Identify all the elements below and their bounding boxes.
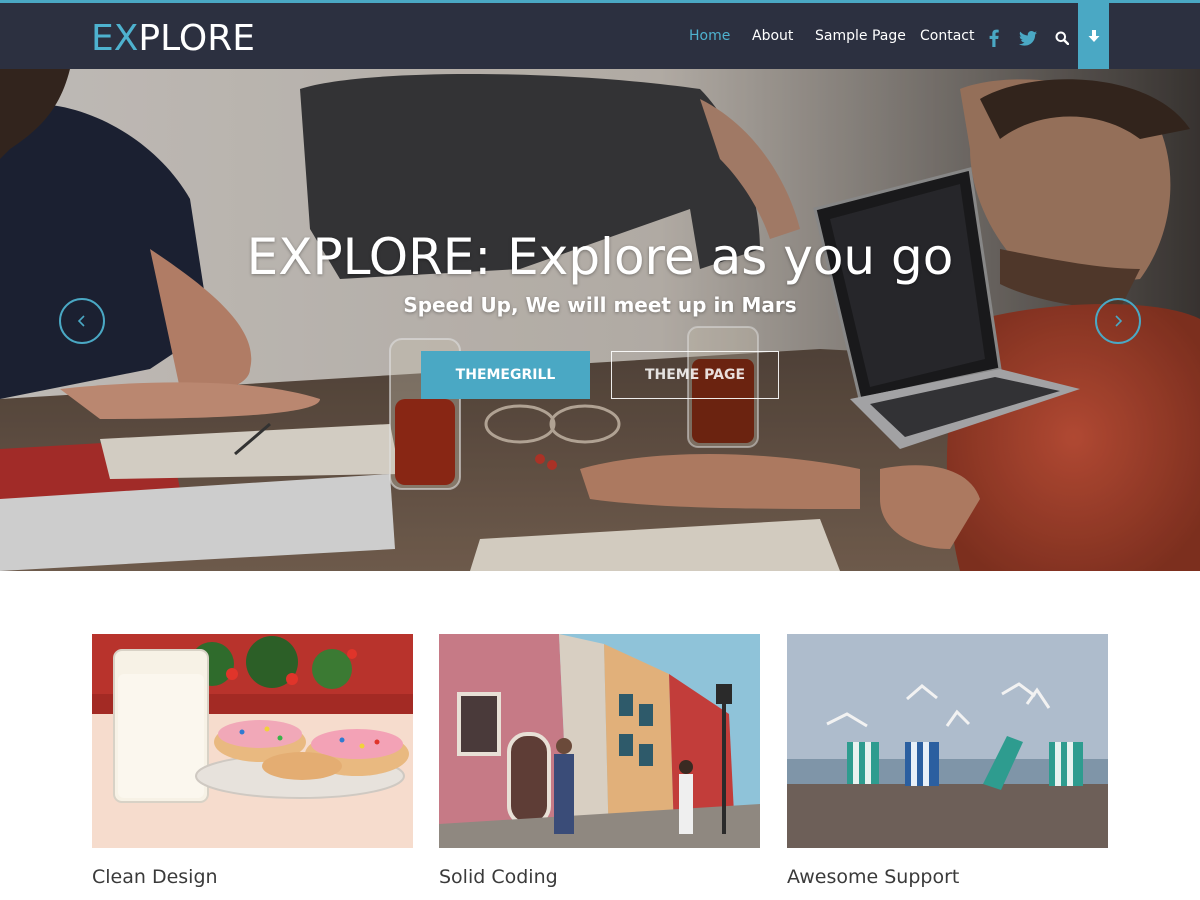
nav-about[interactable]: About: [752, 27, 793, 45]
feature-card: Clean Design: [92, 634, 413, 889]
feature-title[interactable]: Solid Coding: [439, 865, 760, 889]
themegrill-button[interactable]: THEMEGRILL: [421, 351, 590, 399]
feature-image-cookies[interactable]: [92, 634, 413, 848]
search-icon[interactable]: [1051, 27, 1073, 49]
slider-next-button[interactable]: [1095, 298, 1141, 344]
chevron-right-icon: [1115, 315, 1123, 327]
theme-page-button[interactable]: THEME PAGE: [611, 351, 779, 399]
feature-card: Awesome Support: [787, 634, 1108, 889]
feature-image-beach[interactable]: [787, 634, 1108, 848]
arrow-down-icon[interactable]: [1078, 0, 1109, 72]
nav-home[interactable]: Home: [689, 27, 730, 45]
feature-title[interactable]: Awesome Support: [787, 865, 1108, 889]
site-header: EXPLORE Home About Sample Page Contact: [0, 0, 1200, 72]
slider-prev-button[interactable]: [59, 298, 105, 344]
nav-contact[interactable]: Contact: [920, 27, 974, 45]
feature-title[interactable]: Clean Design: [92, 865, 413, 889]
chevron-left-icon: [77, 315, 85, 327]
feature-card: Solid Coding: [439, 634, 760, 889]
twitter-icon[interactable]: [1017, 27, 1039, 49]
feature-image-street[interactable]: [439, 634, 760, 848]
logo-accent: EX: [91, 18, 139, 59]
nav-sample-page[interactable]: Sample Page: [815, 27, 906, 45]
hero-background-image: [0, 69, 1200, 571]
hero-subtitle: Speed Up, We will meet up in Mars: [403, 293, 797, 317]
hero-title: EXPLORE: Explore as you go: [246, 228, 954, 286]
hero-slider: EXPLORE: Explore as you go Speed Up, We …: [0, 69, 1200, 571]
site-logo[interactable]: EXPLORE: [91, 19, 255, 59]
facebook-icon[interactable]: [983, 27, 1005, 49]
logo-text: PLORE: [138, 18, 255, 59]
